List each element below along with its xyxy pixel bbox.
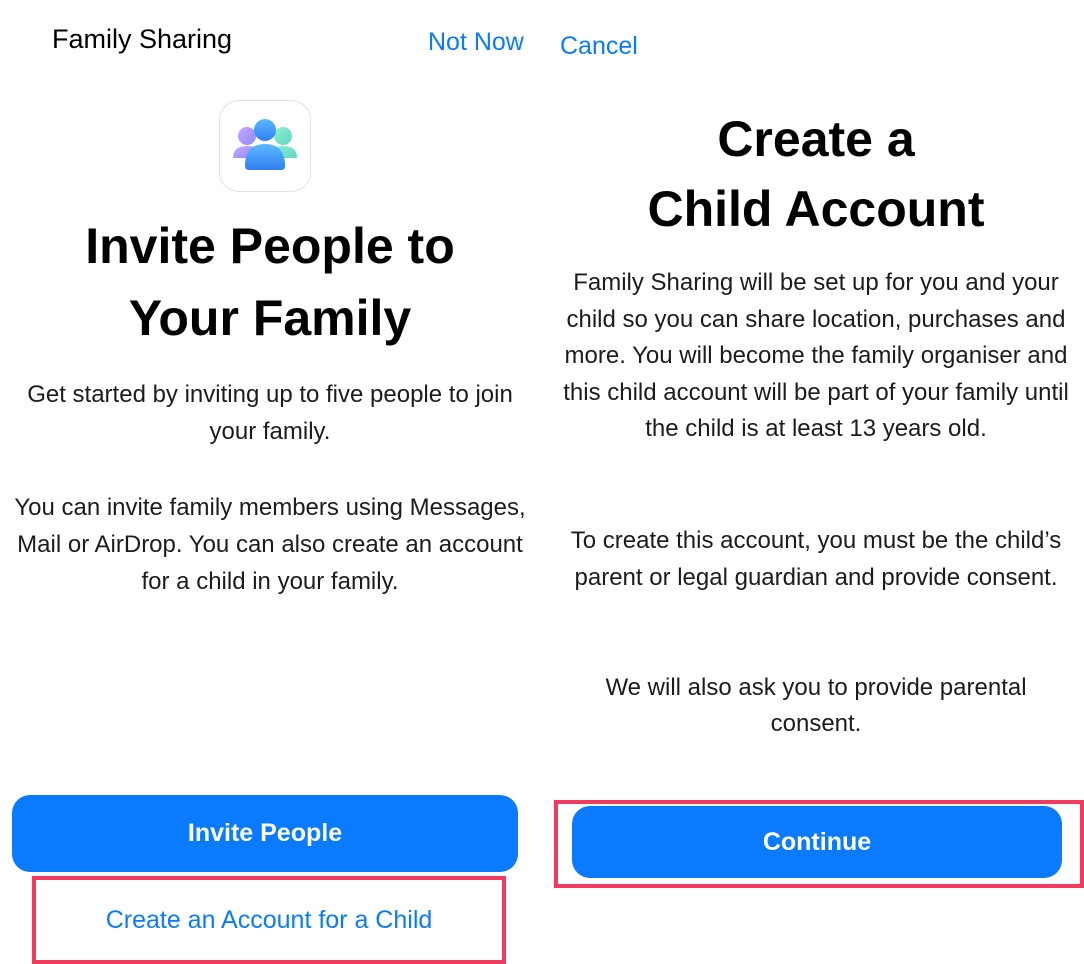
guardian-consent-paragraph: To create this account, you must be the … [570, 527, 1062, 591]
title-line-1: Invite People to [85, 218, 455, 274]
title-line-2: Child Account [647, 181, 985, 237]
create-child-account-button[interactable]: Create an Account for a Child [32, 876, 506, 964]
parental-consent-paragraph: We will also ask you to provide parental… [605, 674, 1027, 737]
page-title: Create a Child Account [548, 104, 1084, 244]
create-child-account-screen: Cancel Create a Child Account Family Sha… [548, 0, 1084, 964]
title-line-2: Your Family [128, 290, 412, 346]
family-sharing-icon [219, 100, 311, 192]
title-line-1: Create a [717, 111, 915, 167]
invite-people-screen: Family Sharing Not Now Invite People to … [0, 0, 540, 964]
cancel-button[interactable]: Cancel [560, 32, 638, 61]
not-now-button[interactable]: Not Now [428, 28, 524, 57]
nav-title: Family Sharing [52, 24, 233, 54]
intro-paragraph: Get started by inviting up to five peopl… [27, 381, 513, 445]
page-title: Invite People to Your Family [0, 210, 540, 354]
invite-methods-paragraph: You can invite family members using Mess… [14, 494, 526, 595]
invite-people-button[interactable]: Invite People [12, 795, 518, 872]
continue-button[interactable]: Continue [572, 806, 1062, 878]
screenshot-stage: Family Sharing Not Now Invite People to … [0, 0, 1084, 964]
family-sharing-info-paragraph: Family Sharing will be set up for you an… [563, 269, 1069, 442]
